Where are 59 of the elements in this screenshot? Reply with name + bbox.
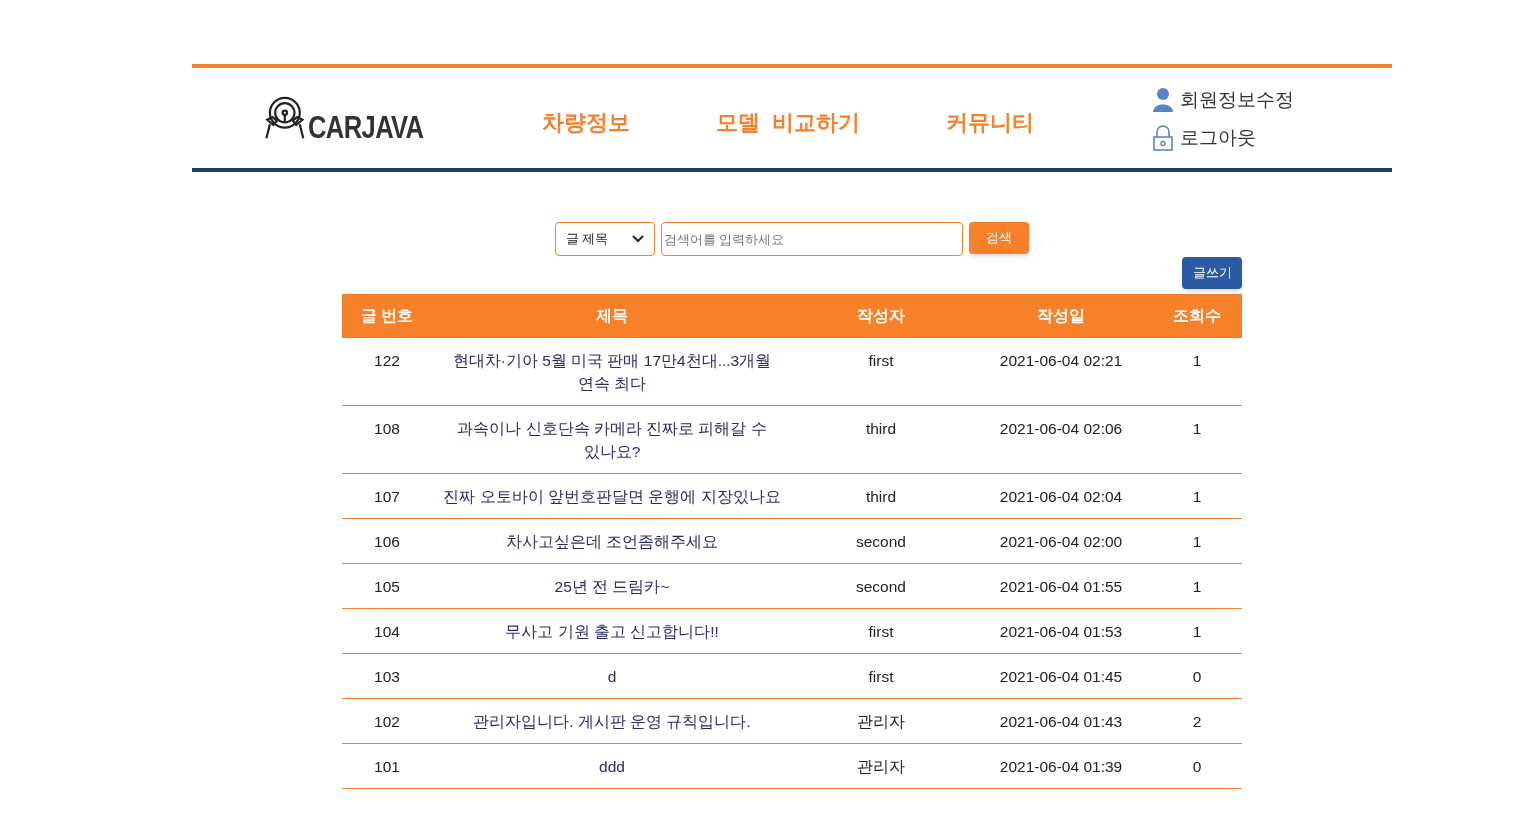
table-cell-text: 104 [374, 622, 400, 642]
table-cell-text: 2 [1192, 712, 1202, 732]
table-cell-text: 2021-06-04 02:21 [999, 351, 1123, 371]
column-header: 제목 [596, 306, 628, 326]
table-cell-text: first [868, 667, 894, 687]
table-cell-text: 1 [1192, 532, 1202, 552]
table-cell-text: 2021-06-04 01:39 [999, 757, 1123, 777]
lock-icon [1152, 125, 1174, 152]
table-cell-text: 2021-06-04 01:45 [999, 667, 1123, 687]
column-header: 작성자 [857, 306, 905, 326]
table-cell-text: 103 [374, 667, 400, 687]
table-cell-text: 1 [1192, 487, 1202, 507]
table-cell-text: 108 [374, 419, 400, 439]
post-title-link[interactable]: d [607, 665, 617, 688]
post-title-link[interactable]: 관리자입니다. 게시판 운영 규칙입니다. [473, 710, 751, 733]
table-cell-text: 122 [374, 351, 400, 371]
table-cell-text: 0 [1192, 667, 1202, 687]
table-cell-text: 102 [374, 712, 400, 732]
column-header: 조회수 [1173, 306, 1221, 326]
table-cell-text: 1 [1192, 577, 1202, 597]
table-cell-text: third [865, 487, 897, 507]
user-menu-link[interactable]: 로그아웃 [1180, 124, 1256, 153]
table-cell-text: 105 [374, 577, 400, 597]
post-title-link[interactable]: 과속이나 신호단속 카메라 진짜로 피해갈 수 있나요? [440, 417, 784, 463]
column-header: 작성일 [1037, 306, 1085, 326]
chevron-down-icon [631, 235, 644, 243]
table-cell-text: 2021-06-04 01:55 [999, 577, 1123, 597]
post-title-link[interactable]: ddd [599, 755, 625, 778]
table-cell-text: 1 [1192, 351, 1202, 371]
table-cell-text: 관리자 [857, 757, 905, 777]
table-cell-text: 107 [374, 487, 400, 507]
user-icon [1152, 86, 1174, 113]
post-title-link[interactable]: 무사고 기원 출고 신고합니다!! [505, 620, 719, 643]
column-header: 글 번호 [360, 306, 414, 326]
table-cell-text: 1 [1192, 622, 1202, 642]
write-button[interactable]: 글쓰기 [1182, 257, 1242, 289]
post-title-link[interactable]: 25년 전 드림카~ [554, 575, 670, 598]
search-type-select[interactable]: 글 제목 [554, 222, 655, 256]
logo-text: CARJAVA [307, 111, 424, 143]
table-cell-text: 2021-06-04 01:43 [999, 712, 1123, 732]
table-cell-text: first [868, 622, 894, 642]
table-cell-text: 2021-06-04 02:06 [999, 419, 1123, 439]
table-cell-text: 2021-06-04 02:00 [999, 532, 1123, 552]
table-cell-text: 0 [1192, 757, 1202, 777]
table-cell-text: first [868, 351, 894, 371]
search-field[interactable]: 검색어를 입력하세요 [660, 222, 963, 256]
table-cell-text: 2021-06-04 02:04 [999, 487, 1123, 507]
table-cell-text: 101 [374, 757, 400, 777]
table-cell-text: 1 [1192, 419, 1202, 439]
post-title-link[interactable]: 차사고싶은데 조언좀해주세요 [505, 530, 719, 553]
post-title-link[interactable]: 현대차·기아 5월 미국 판매 17만4천대...3개월 연속 최다 [440, 349, 784, 395]
table-cell-text: 106 [374, 532, 400, 552]
table-cell-text: 관리자 [857, 712, 905, 732]
post-title-link[interactable]: 진짜 오토바이 앞번호판달면 운행에 지장있나요 [443, 485, 781, 508]
user-menu-link[interactable]: 회원정보수정 [1180, 85, 1294, 114]
table-cell-text: 2021-06-04 01:53 [999, 622, 1123, 642]
table-cell-text: second [856, 577, 906, 597]
table-cell-text: second [856, 532, 906, 552]
table-cell-text: third [865, 419, 897, 439]
